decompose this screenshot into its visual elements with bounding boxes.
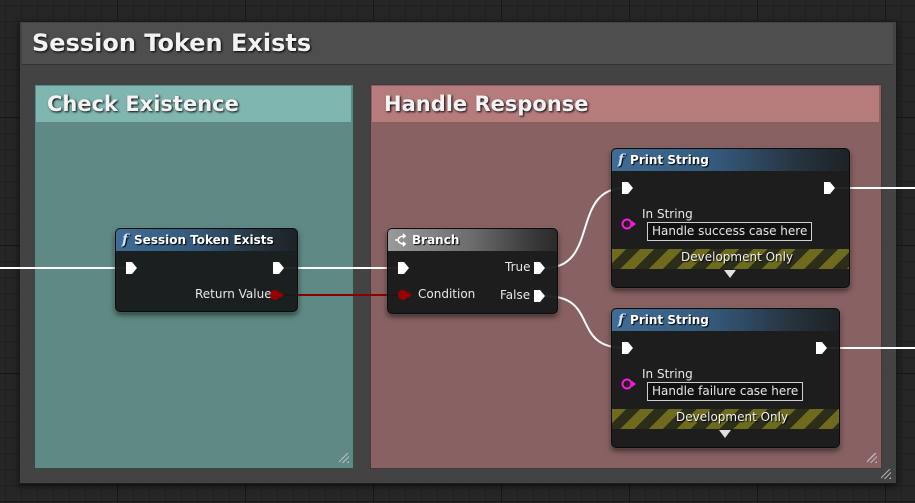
branch-false-pin[interactable] [533,289,547,303]
branch-true-label: True [505,260,531,274]
session-token-exists-header[interactable]: f Session Token Exists [116,229,297,251]
print-success-development-only-label: Development Only [681,250,794,264]
return-value-label: Return Value [195,287,272,301]
print-failure-exec-out-pin[interactable] [815,341,829,355]
print-string-success-header[interactable]: f Print String [612,149,849,171]
print-string-success-title: Print String [630,153,709,167]
print-success-exec-in-pin[interactable] [621,181,635,195]
print-failure-string-input[interactable]: Handle failure case here [647,382,804,401]
print-failure-string-pin[interactable] [621,377,637,391]
branch-false-label: False [500,288,531,302]
function-icon: f [122,232,129,248]
branch-exec-in-pin[interactable] [397,261,411,275]
print-failure-in-string-label: In String [642,367,693,381]
print-string-failure-header[interactable]: f Print String [612,309,839,331]
print-success-in-string-label: In String [642,207,693,221]
print-success-exec-out-pin[interactable] [823,181,837,195]
exec-in-pin[interactable] [125,261,139,275]
exec-out-pin[interactable] [272,261,286,275]
function-icon: f [618,312,625,328]
branch-true-pin[interactable] [533,261,547,275]
session-token-exists-title: Session Token Exists [134,233,274,247]
function-icon: f [618,152,625,168]
print-failure-exec-in-pin[interactable] [621,341,635,355]
branch-header[interactable]: Branch [388,229,557,251]
print-failure-development-only-label: Development Only [676,410,789,424]
branch-icon [395,233,407,247]
return-value-pin[interactable] [269,288,285,302]
print-success-string-input[interactable]: Handle success case here [647,222,813,241]
condition-label: Condition [418,287,476,301]
print-string-failure-title: Print String [630,313,709,327]
condition-pin[interactable] [397,288,413,302]
expand-arrow-icon[interactable] [724,270,736,279]
branch-title: Branch [412,233,460,247]
print-success-string-pin[interactable] [621,217,637,231]
expand-arrow-icon[interactable] [719,430,731,439]
